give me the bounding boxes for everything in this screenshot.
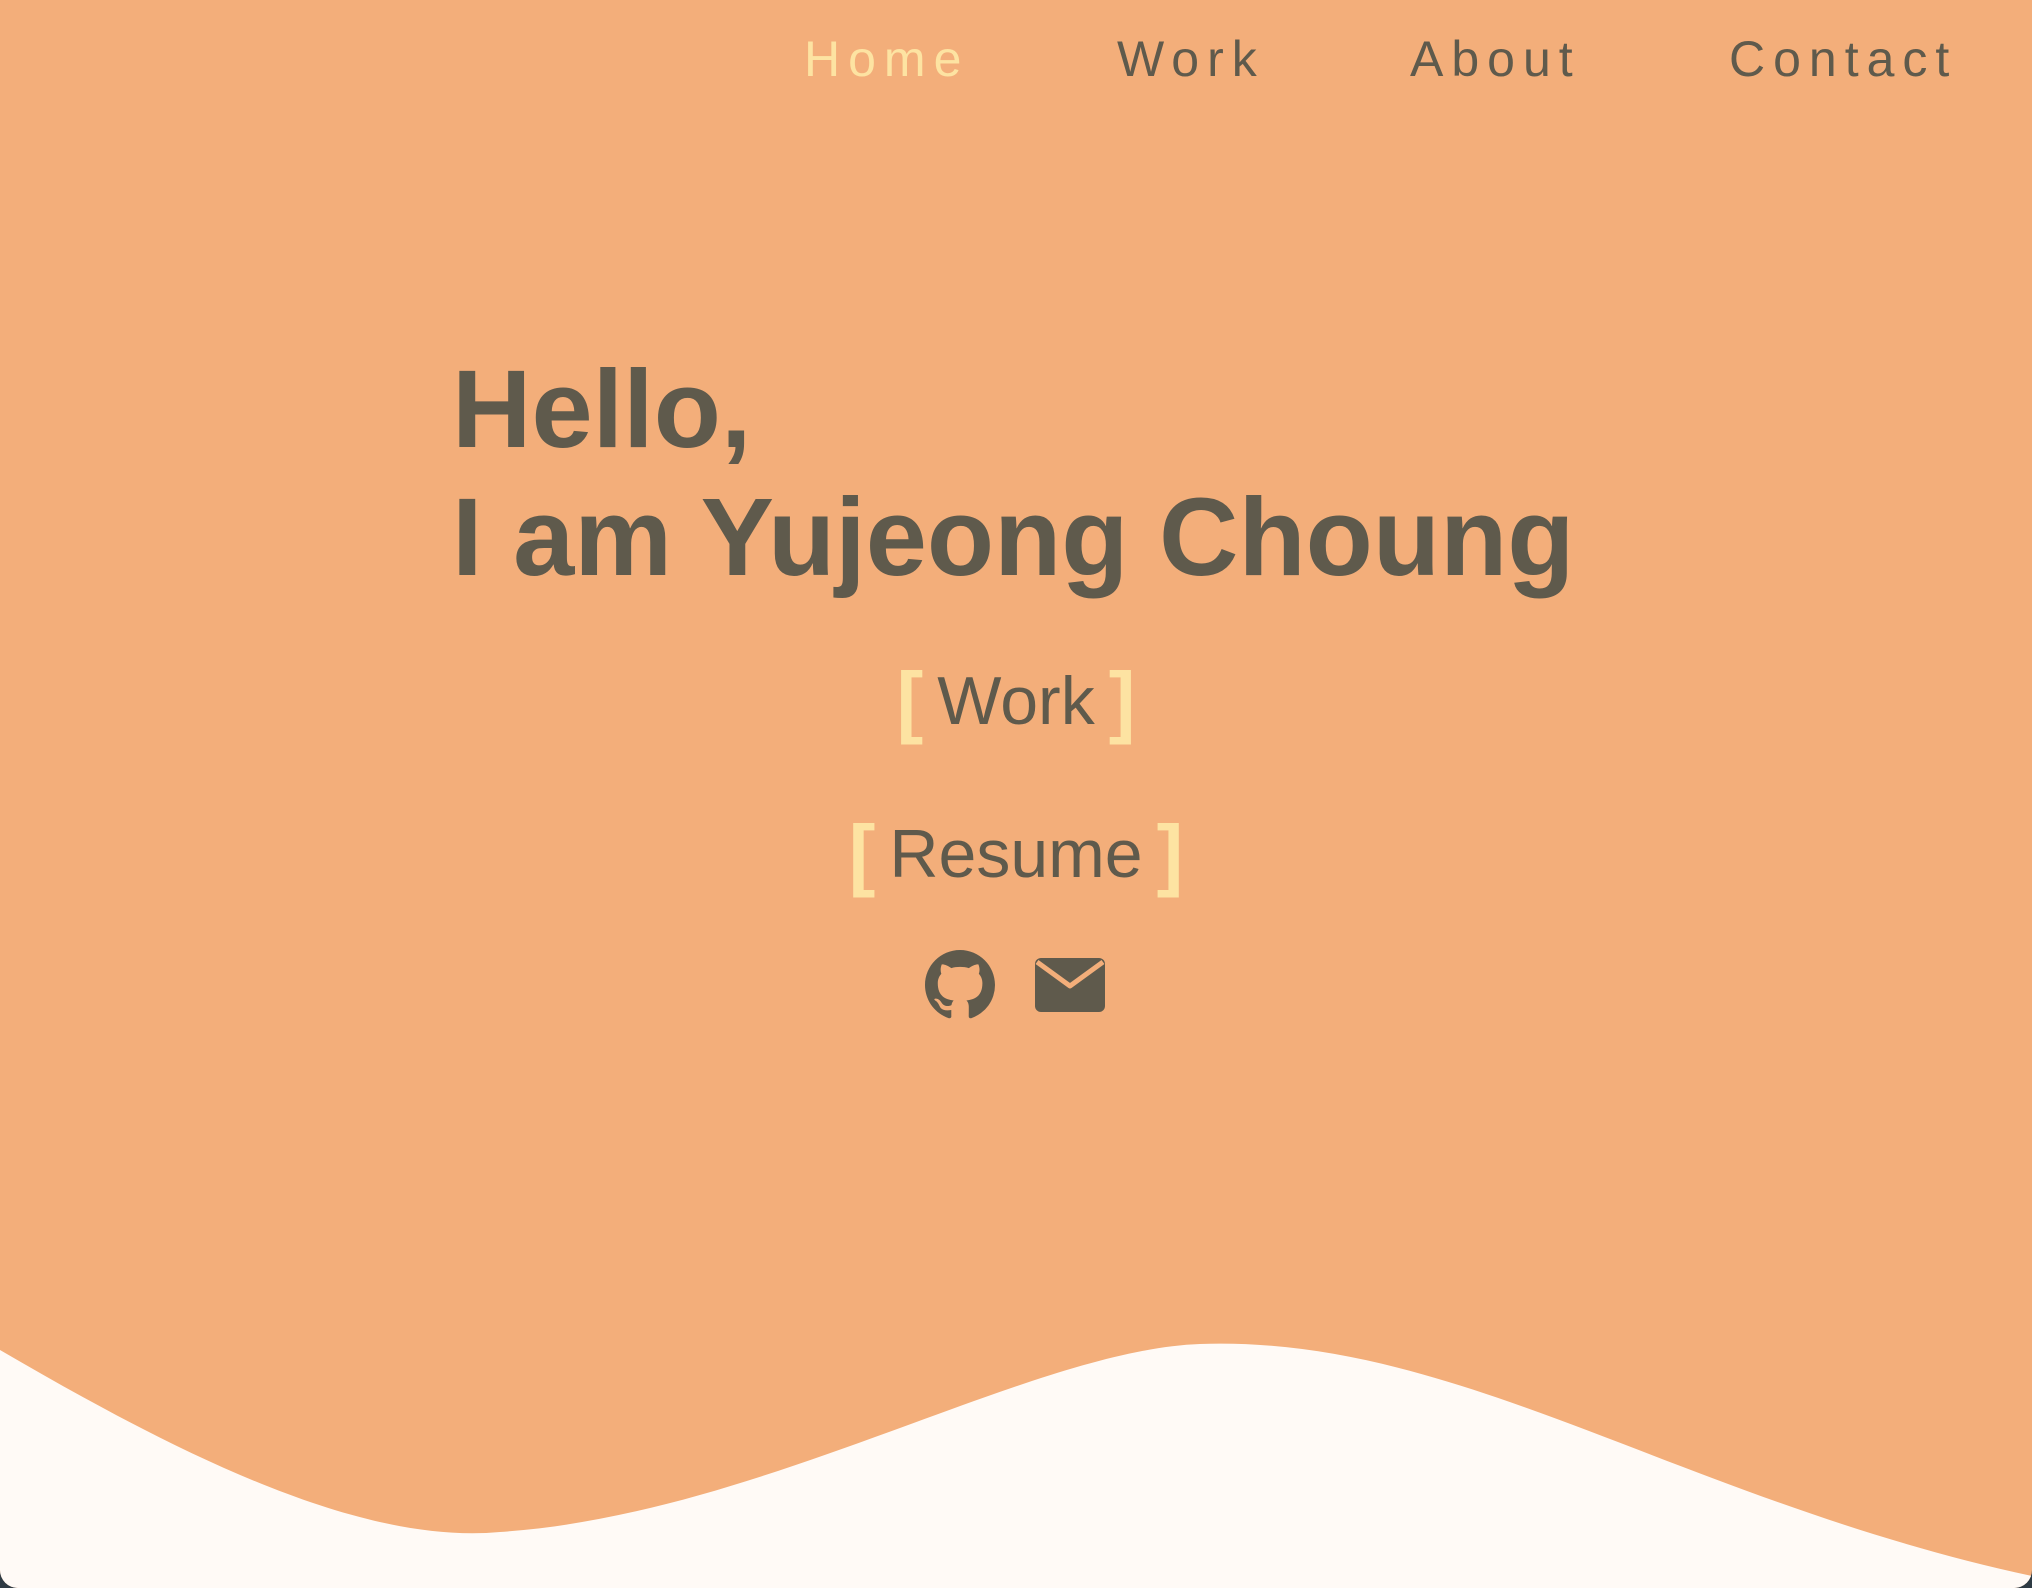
bracket-open: [: [896, 656, 924, 745]
social-links: [925, 950, 1105, 1020]
mail-icon[interactable]: [1035, 958, 1105, 1012]
nav-home-link[interactable]: Home: [804, 26, 969, 92]
page: Home Work About Contact Hello, I am Yuje…: [0, 0, 2032, 1588]
work-link-content[interactable]: [Work]: [897, 655, 1136, 747]
github-icon[interactable]: [925, 950, 995, 1020]
resume-link-label[interactable]: Resume: [875, 816, 1156, 892]
wave-shape: [0, 1343, 2032, 1588]
nav-work-link[interactable]: Work: [1117, 26, 1265, 92]
resume-link[interactable]: [Resume]: [0, 808, 2032, 900]
nav-about-link[interactable]: About: [1410, 26, 1581, 92]
resume-link-content[interactable]: [Resume]: [849, 808, 1184, 900]
hero-name: I am Yujeong Choung: [452, 476, 1575, 599]
wave-divider: [0, 1343, 2032, 1588]
nav-contact-link[interactable]: Contact: [1729, 26, 1957, 92]
hero-heading: Hello, I am Yujeong Choung: [452, 346, 1574, 602]
top-nav: Home Work About Contact: [0, 26, 2032, 92]
bracket-close: ]: [1108, 656, 1136, 745]
bracket-close: ]: [1156, 809, 1184, 898]
bracket-open: [: [848, 809, 876, 898]
work-link[interactable]: [Work]: [0, 655, 2032, 747]
hero-greeting: Hello,: [452, 348, 752, 471]
work-link-label[interactable]: Work: [923, 663, 1108, 739]
